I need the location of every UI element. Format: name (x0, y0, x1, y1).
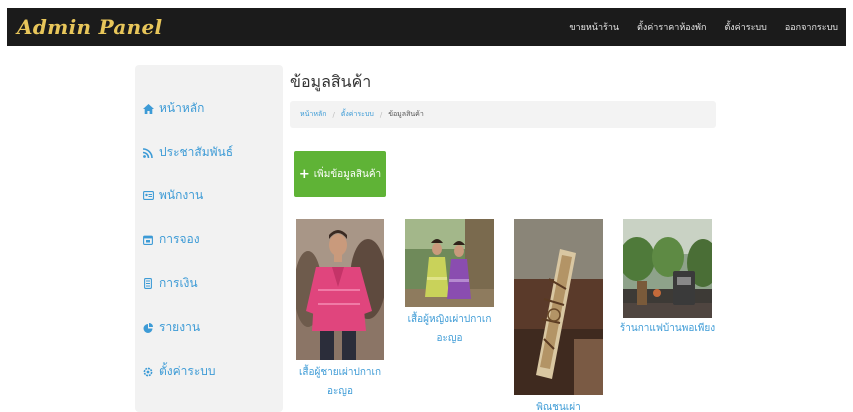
sidebar-item-home[interactable]: หน้าหลัก (141, 99, 204, 118)
top-navbar: Admin Panel ขายหน้าร้าน ตั้งค่าราคาห้องพ… (7, 8, 846, 46)
product-image[interactable] (623, 219, 712, 318)
product-image[interactable] (514, 219, 603, 395)
nav-system-settings[interactable]: ตั้งค่าระบบ (724, 20, 766, 34)
sidebar-item-label: รายงาน (159, 320, 201, 334)
product-image[interactable] (405, 219, 494, 307)
rss-icon (141, 147, 155, 158)
product-card[interactable]: ร้านกาแฟบ้านพอเพียง (620, 219, 715, 334)
sidebar-item-finance[interactable]: การเงิน (141, 274, 198, 293)
sidebar-item-label: หน้าหลัก (159, 101, 205, 115)
gear-icon (141, 367, 155, 377)
calendar-icon (141, 235, 155, 245)
money-icon (141, 278, 155, 289)
sidebar-item-settings[interactable]: ตั้งค่าระบบ (141, 362, 216, 381)
breadcrumb-separator: / (332, 110, 335, 119)
product-image[interactable] (296, 219, 384, 360)
breadcrumb-settings[interactable]: ตั้งค่าระบบ (341, 109, 374, 120)
product-card[interactable]: เสื้อผู้หญิงเผ่าปกาเก อะญอ (405, 219, 494, 344)
sidebar-item-label: พนักงาน (159, 188, 204, 202)
sidebar-item-label: การจอง (159, 232, 200, 246)
breadcrumb: หน้าหลัก / ตั้งค่าระบบ / ข้อมูลสินค้า (290, 101, 716, 128)
product-card[interactable]: เสื้อผู้ชายเผ่าปกาเก อะญอ (296, 219, 384, 397)
product-name-line1: พิณชนเผ่า (536, 402, 581, 412)
breadcrumb-separator: / (379, 110, 383, 119)
breadcrumb-home[interactable]: หน้าหลัก (300, 109, 326, 120)
product-name-line1: ร้านกาแฟบ้านพอเพียง (619, 323, 716, 334)
nav-room-price-settings[interactable]: ตั้งค่าราคาห้องพัก (637, 20, 706, 34)
sidebar: หน้าหลัก ประชาสัมพันธ์ พนักงาน การจอง กา… (135, 65, 283, 412)
product-name[interactable]: เสื้อผู้ชายเผ่าปกาเก อะญอ (290, 363, 390, 401)
chart-icon (141, 322, 155, 333)
plus-icon: + (298, 166, 310, 182)
sidebar-item-booking[interactable]: การจอง (141, 230, 200, 249)
sidebar-item-report[interactable]: รายงาน (141, 318, 200, 337)
product-card[interactable]: พิณชนเผ่า (514, 219, 603, 412)
sidebar-item-news[interactable]: ประชาสัมพันธ์ (141, 143, 233, 162)
sidebar-item-label: ตั้งค่าระบบ (159, 364, 216, 378)
product-name-line2: อะญอ (436, 333, 463, 344)
nav-logout[interactable]: ออกจากระบบ (785, 20, 838, 34)
sidebar-item-label: การเงิน (159, 276, 198, 290)
home-icon (141, 103, 155, 114)
nav-storefront-sales[interactable]: ขายหน้าร้าน (569, 20, 619, 34)
product-name-line1: เสื้อผู้หญิงเผ่าปกาเก (407, 314, 492, 325)
brand-logo[interactable]: Admin Panel (17, 15, 162, 39)
product-name[interactable]: เสื้อผู้หญิงเผ่าปกาเก อะญอ (399, 310, 500, 348)
page-title: ข้อมูลสินค้า (290, 72, 372, 91)
product-name-line1: เสื้อผู้ชายเผ่าปกาเก (298, 367, 382, 378)
breadcrumb-current: ข้อมูลสินค้า (388, 110, 424, 118)
add-product-button[interactable]: + เพิ่มข้อมูลสินค้า (294, 151, 386, 197)
sidebar-item-label: ประชาสัมพันธ์ (159, 145, 234, 159)
sidebar-item-staff[interactable]: พนักงาน (141, 186, 203, 205)
id-card-icon (141, 191, 155, 200)
product-name[interactable]: พิณชนเผ่า (508, 398, 609, 412)
nav-links: ขายหน้าร้าน ตั้งค่าราคาห้องพัก ตั้งค่าระ… (551, 20, 838, 34)
product-name-line2: อะญอ (327, 386, 353, 397)
add-product-label: เพิ่มข้อมูลสินค้า (313, 168, 382, 180)
product-name[interactable]: ร้านกาแฟบ้านพอเพียง (617, 319, 718, 338)
